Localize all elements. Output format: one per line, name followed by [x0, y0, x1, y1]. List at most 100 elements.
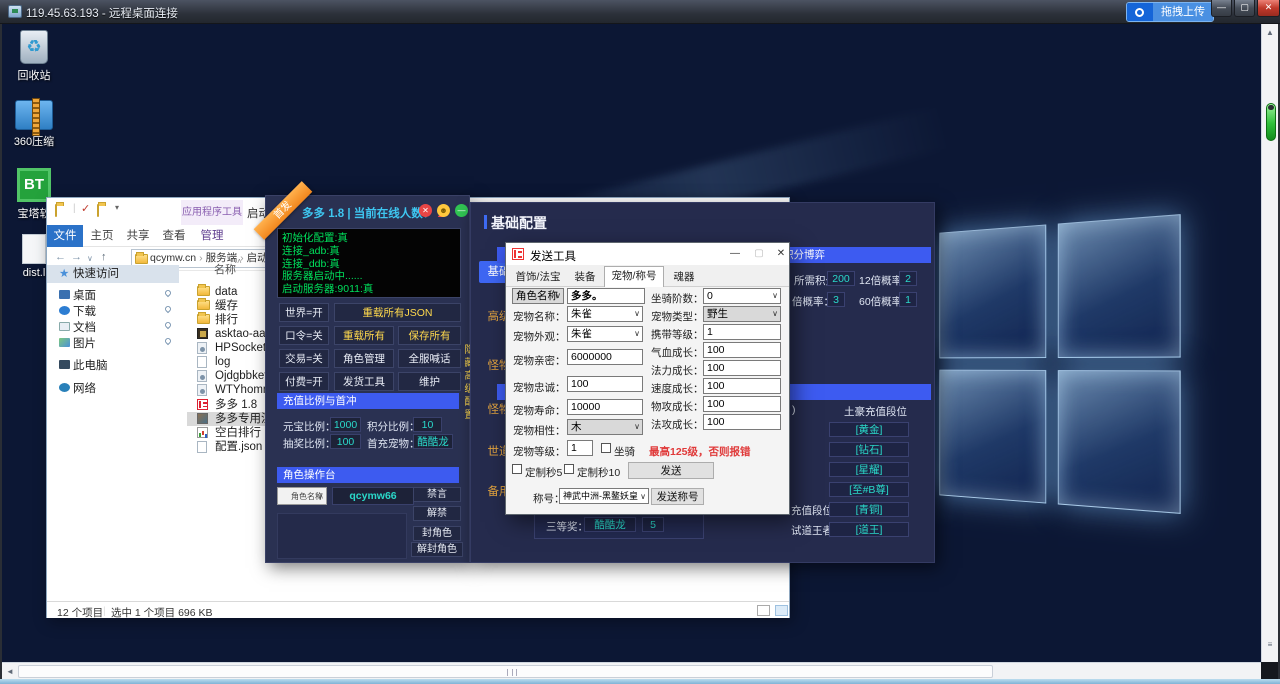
sidebar-item-downloads[interactable]: 下载: [73, 303, 96, 319]
chevron-down-icon[interactable]: ∨: [87, 254, 93, 263]
unmute-button[interactable]: 解禁: [413, 506, 461, 521]
breadcrumb-segment[interactable]: qcymw.cn: [150, 252, 196, 264]
minimize-button[interactable]: —: [1211, 0, 1232, 17]
ship-tool-button[interactable]: 发货工具: [334, 372, 394, 391]
tier-diamond-button[interactable]: [钻石]: [829, 442, 909, 457]
sort-arrow-icon[interactable]: ˄: [237, 257, 242, 266]
scroll-up-icon[interactable]: ▲: [1262, 28, 1278, 37]
tier-bronze-button[interactable]: [青铜]: [829, 502, 909, 517]
title-dropdown[interactable]: 神武中洲-黑鳌妖皇∨: [559, 488, 649, 504]
details-view-icon[interactable]: [757, 605, 770, 616]
reload-all-json-button[interactable]: 重载所有JSON: [334, 303, 461, 322]
pet-name-dropdown[interactable]: 朱雀∨: [567, 306, 643, 322]
dialog-close-button[interactable]: ✕: [770, 246, 792, 262]
close-icon[interactable]: ✕: [419, 204, 432, 217]
drag-upload-button[interactable]: 拖拽上传: [1126, 2, 1214, 22]
folder-icon[interactable]: [97, 205, 99, 216]
speed-growth-input[interactable]: 100: [703, 378, 781, 394]
dialog-titlebar[interactable]: 发送工具 — ▢ ✕: [506, 243, 789, 265]
command-toggle-button[interactable]: 口令=关: [279, 326, 329, 345]
mp-growth-input[interactable]: 100: [703, 360, 781, 376]
pet-appearance-dropdown[interactable]: 朱雀∨: [567, 326, 643, 342]
need-points-field[interactable]: 200: [827, 271, 855, 286]
tier-gold-button[interactable]: [黄金]: [829, 422, 909, 437]
tier-daoking-button[interactable]: [道王]: [829, 522, 909, 537]
third-prize-field[interactable]: 酷酷龙: [584, 517, 636, 532]
thumbnail-view-icon[interactable]: [775, 605, 788, 616]
yuanbao-ratio-field[interactable]: 1000: [330, 417, 361, 432]
trade-toggle-button[interactable]: 交易=关: [279, 349, 329, 368]
pet-level-input[interactable]: 1: [567, 440, 593, 456]
tab-home[interactable]: 主页: [85, 225, 119, 247]
close-button[interactable]: ✕: [1257, 0, 1280, 17]
patk-growth-input[interactable]: 100: [703, 396, 781, 412]
folder-icon[interactable]: [55, 205, 57, 216]
tab-pet-title[interactable]: 宠物/称号: [604, 266, 664, 287]
chevron-down-icon[interactable]: ▾: [115, 203, 119, 212]
ban-role-button[interactable]: 封角色: [413, 526, 461, 541]
third-prize-count-field[interactable]: 5: [642, 517, 664, 532]
tier-supreme-button[interactable]: [至#B尊]: [829, 482, 909, 497]
smiley-icon[interactable]: ☻: [437, 204, 450, 217]
minimize-icon[interactable]: —: [455, 204, 468, 217]
first-pet-field[interactable]: 酷酷龙: [413, 434, 453, 449]
reload-all-button[interactable]: 重载所有: [334, 326, 394, 345]
save-all-button[interactable]: 保存所有: [398, 326, 461, 345]
send-title-button[interactable]: 发送称号: [651, 488, 704, 505]
tab-manage[interactable]: 管理: [193, 225, 231, 247]
role-name-dropdown[interactable]: ∨角色名称: [277, 487, 327, 505]
forward-icon[interactable]: →: [71, 251, 82, 263]
x12-rate-field[interactable]: 2: [899, 271, 917, 286]
role-name-input[interactable]: 多多。: [567, 288, 645, 304]
tab-soul[interactable]: 魂器: [666, 268, 702, 287]
role-name-value[interactable]: qcymw66: [332, 487, 414, 505]
pet-lifespan-input[interactable]: 10000: [567, 399, 643, 415]
send-button[interactable]: 发送: [628, 462, 714, 479]
sidebar-item-pictures[interactable]: 图片: [73, 335, 96, 351]
x30-rate-field[interactable]: 3: [827, 292, 845, 307]
hp-growth-input[interactable]: 100: [703, 342, 781, 358]
maintain-button[interactable]: 维护: [398, 372, 461, 391]
scroll-grip-icon[interactable]: ≡: [1262, 640, 1278, 649]
scroll-left-icon[interactable]: ◄: [6, 667, 14, 676]
rdp-horizontal-scrollbar[interactable]: ◄: [2, 662, 1261, 679]
sidebar-item-network[interactable]: 网络: [73, 380, 96, 396]
desktop-icon-recycle-bin[interactable]: ♻ 回收站: [6, 30, 62, 83]
matk-growth-input[interactable]: 100: [703, 414, 781, 430]
role-name-dropdown[interactable]: 角色名称∨: [512, 288, 564, 304]
lottery-ratio-field[interactable]: 100: [330, 434, 361, 449]
mount-checkbox[interactable]: [601, 443, 611, 453]
up-icon[interactable]: ↑: [101, 251, 107, 263]
role-manage-button[interactable]: 角色管理: [334, 349, 394, 368]
pay-toggle-button[interactable]: 付费=开: [279, 372, 329, 391]
carry-level-input[interactable]: 1: [703, 324, 781, 340]
sidebar-item-this-pc[interactable]: 此电脑: [73, 357, 108, 373]
unban-role-button[interactable]: 解封角色: [411, 542, 463, 557]
desktop-icon-360zip[interactable]: 360压缩: [6, 100, 62, 149]
custom-sec5-checkbox[interactable]: [512, 464, 522, 474]
dialog-minimize-button[interactable]: —: [724, 246, 746, 262]
tier-star-button[interactable]: [星耀]: [829, 462, 909, 477]
tab-file[interactable]: 文件: [47, 225, 83, 247]
pet-intimacy-input[interactable]: 6000000: [567, 349, 643, 365]
pet-type-dropdown[interactable]: 野生∨: [703, 306, 781, 322]
rdp-titlebar[interactable]: 119.45.63.193 - 远程桌面连接: [0, 0, 1280, 24]
tab-jewelry[interactable]: 首饰/法宝: [510, 268, 566, 287]
tab-share[interactable]: 共享: [121, 225, 155, 247]
column-header-name[interactable]: 名称: [214, 261, 236, 277]
tab-equipment[interactable]: 装备: [568, 268, 602, 287]
world-toggle-button[interactable]: 世界=开: [279, 303, 329, 322]
mount-stage-dropdown[interactable]: 0∨: [703, 288, 781, 304]
checkmark-icon[interactable]: ✓: [81, 202, 90, 215]
custom-sec10-checkbox[interactable]: [564, 464, 574, 474]
sidebar-item-quick-access[interactable]: ★快速访问: [47, 265, 179, 283]
mute-button[interactable]: 禁言: [413, 487, 461, 502]
back-icon[interactable]: ←: [55, 251, 66, 263]
pet-element-dropdown[interactable]: 木∨: [567, 419, 643, 435]
maximize-button[interactable]: ▢: [1234, 0, 1255, 17]
sidebar-item-documents[interactable]: 文档: [73, 319, 96, 335]
dialog-maximize-button[interactable]: ▢: [748, 246, 770, 262]
x60-rate-field[interactable]: 1: [899, 292, 917, 307]
tab-view[interactable]: 查看: [157, 225, 191, 247]
pet-loyalty-input[interactable]: 100: [567, 376, 643, 392]
